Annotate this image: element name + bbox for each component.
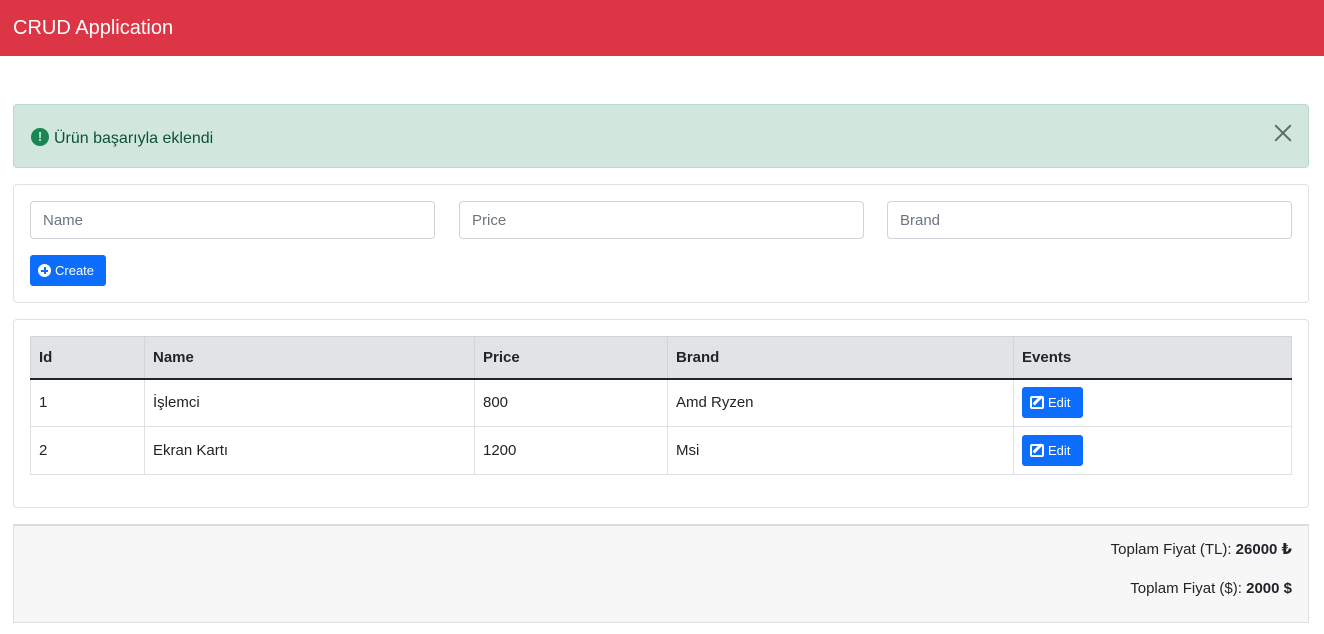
total-tl: Toplam Fiyat (TL): 26000 ₺ xyxy=(1111,540,1292,558)
total-tl-value: 26000 ₺ xyxy=(1235,541,1292,558)
cell-name: Ekran Kartı xyxy=(144,426,475,475)
cell-price: 1200 xyxy=(474,426,668,475)
total-usd: Toplam Fiyat ($): 2000 $ xyxy=(1130,580,1292,597)
header-name: Name xyxy=(144,336,475,380)
create-form-card: Create xyxy=(13,184,1309,303)
navbar: CRUD Application xyxy=(0,0,1324,56)
cell-brand: Amd Ryzen xyxy=(667,378,1014,427)
table-row: 2 Ekran Kartı 1200 Msi Edit xyxy=(30,426,1292,475)
products-table: Id Name Price Brand Events 1 İşlemci 800… xyxy=(30,336,1292,475)
close-icon[interactable] xyxy=(1272,122,1294,144)
header-events: Events xyxy=(1013,336,1292,380)
total-usd-label: Toplam Fiyat ($): xyxy=(1130,580,1242,597)
success-alert: ! Ürün başarıyla eklendi xyxy=(13,104,1309,168)
edit-icon xyxy=(1030,396,1044,410)
header-price: Price xyxy=(474,336,668,380)
edit-button-label: Edit xyxy=(1048,443,1071,458)
create-button[interactable]: Create xyxy=(30,255,106,286)
cell-price: 800 xyxy=(474,378,668,427)
cell-events: Edit xyxy=(1013,426,1292,475)
price-input[interactable] xyxy=(459,201,864,239)
cell-id: 2 xyxy=(30,426,145,475)
totals-footer: Toplam Fiyat (TL): 26000 ₺ Toplam Fiyat … xyxy=(13,524,1309,623)
plus-circle-icon xyxy=(38,264,51,277)
edit-icon xyxy=(1030,444,1044,457)
create-button-label: Create xyxy=(55,263,95,278)
total-usd-value: 2000 $ xyxy=(1246,580,1292,597)
alert-message: Ürün başarıyla eklendi xyxy=(54,130,214,147)
exclamation-circle-icon: ! xyxy=(31,128,49,146)
edit-button[interactable]: Edit xyxy=(1022,387,1083,419)
cell-id: 1 xyxy=(30,378,145,427)
app-title[interactable]: CRUD Application xyxy=(13,16,173,40)
edit-button[interactable]: Edit xyxy=(1022,435,1083,466)
cell-events: Edit xyxy=(1013,378,1292,427)
total-tl-label: Toplam Fiyat (TL): xyxy=(1110,541,1232,558)
products-table-card: Id Name Price Brand Events 1 İşlemci 800… xyxy=(13,319,1309,508)
table-header-row: Id Name Price Brand Events xyxy=(30,336,1292,380)
cell-name: İşlemci xyxy=(144,378,475,427)
header-brand: Brand xyxy=(667,336,1014,380)
table-row: 1 İşlemci 800 Amd Ryzen Edit xyxy=(30,378,1292,427)
header-id: Id xyxy=(30,336,145,380)
name-input[interactable] xyxy=(30,201,435,239)
cell-brand: Msi xyxy=(667,426,1014,475)
edit-button-label: Edit xyxy=(1048,395,1071,411)
brand-input[interactable] xyxy=(887,201,1292,239)
